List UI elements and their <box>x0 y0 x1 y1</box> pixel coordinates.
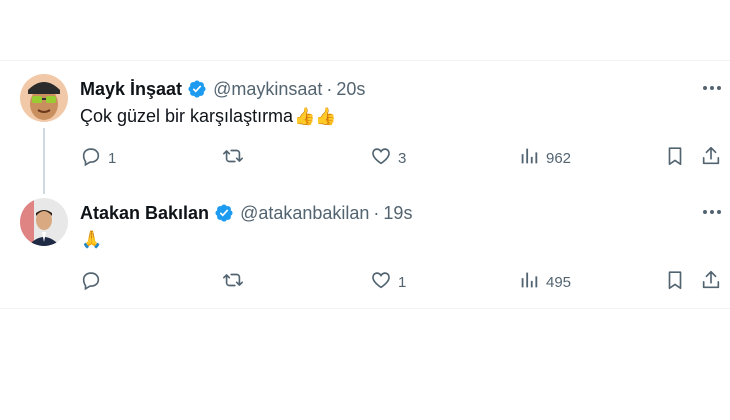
verified-badge-icon <box>214 203 234 223</box>
more-icon[interactable] <box>700 80 724 96</box>
tweet-actions: 1 3 962 <box>80 146 730 170</box>
tweet-text: 🙏 <box>80 230 102 250</box>
tweet-header: Atakan Bakılan @atakanbakilan · 19s <box>80 201 412 225</box>
share-button[interactable] <box>700 270 722 294</box>
display-name[interactable]: Atakan Bakılan <box>80 203 209 224</box>
bottom-divider <box>0 308 730 309</box>
retweet-button[interactable] <box>222 146 250 170</box>
retweet-icon <box>222 145 244 171</box>
tweet-actions: 1 495 <box>80 270 730 294</box>
timestamp[interactable]: 20s <box>336 79 365 100</box>
views-button[interactable]: 495 <box>518 270 571 294</box>
timestamp[interactable]: 19s <box>383 203 412 224</box>
top-divider <box>0 60 730 61</box>
retweet-button[interactable] <box>222 270 250 294</box>
reply-button[interactable]: 1 <box>80 146 116 170</box>
bookmark-button[interactable] <box>664 146 686 170</box>
more-icon[interactable] <box>700 204 724 220</box>
reply-count: 1 <box>108 149 117 167</box>
reply-icon <box>80 269 102 295</box>
share-button[interactable] <box>700 146 722 170</box>
separator-dot: · <box>326 78 333 99</box>
reply-icon <box>80 145 102 171</box>
like-button[interactable]: 3 <box>370 146 406 170</box>
thumbs-up-emoji: 👍👍 <box>294 106 337 127</box>
avatar[interactable] <box>20 198 68 246</box>
bookmark-button[interactable] <box>664 270 686 294</box>
bookmark-icon <box>664 145 686 171</box>
views-icon <box>518 269 540 295</box>
handle[interactable]: @maykinsaat <box>213 79 322 100</box>
bookmark-icon <box>664 269 686 295</box>
thread-connector-line <box>43 128 45 194</box>
heart-icon <box>370 145 392 171</box>
folded-hands-emoji: 🙏 <box>81 230 103 250</box>
tweet-text: Çok güzel bir karşılaştırma 👍👍 <box>80 106 336 127</box>
heart-icon <box>370 269 392 295</box>
separator-dot: · <box>373 202 380 223</box>
handle[interactable]: @atakanbakilan <box>240 203 369 224</box>
verified-badge-icon <box>187 79 207 99</box>
views-button[interactable]: 962 <box>518 146 571 170</box>
views-count: 962 <box>546 149 572 167</box>
like-count: 1 <box>398 273 407 291</box>
display-name[interactable]: Mayk İnşaat <box>80 79 182 100</box>
tweet-header: Mayk İnşaat @maykinsaat · 20s <box>80 77 365 101</box>
avatar[interactable] <box>20 74 68 122</box>
share-icon <box>700 269 722 295</box>
tweet-text-content: Çok güzel bir karşılaştırma <box>80 106 294 126</box>
share-icon <box>700 145 722 171</box>
retweet-icon <box>222 269 244 295</box>
reply-button[interactable] <box>80 270 108 294</box>
like-count: 3 <box>398 149 407 167</box>
views-count: 495 <box>546 273 572 291</box>
like-button[interactable]: 1 <box>370 270 406 294</box>
views-icon <box>518 145 540 171</box>
